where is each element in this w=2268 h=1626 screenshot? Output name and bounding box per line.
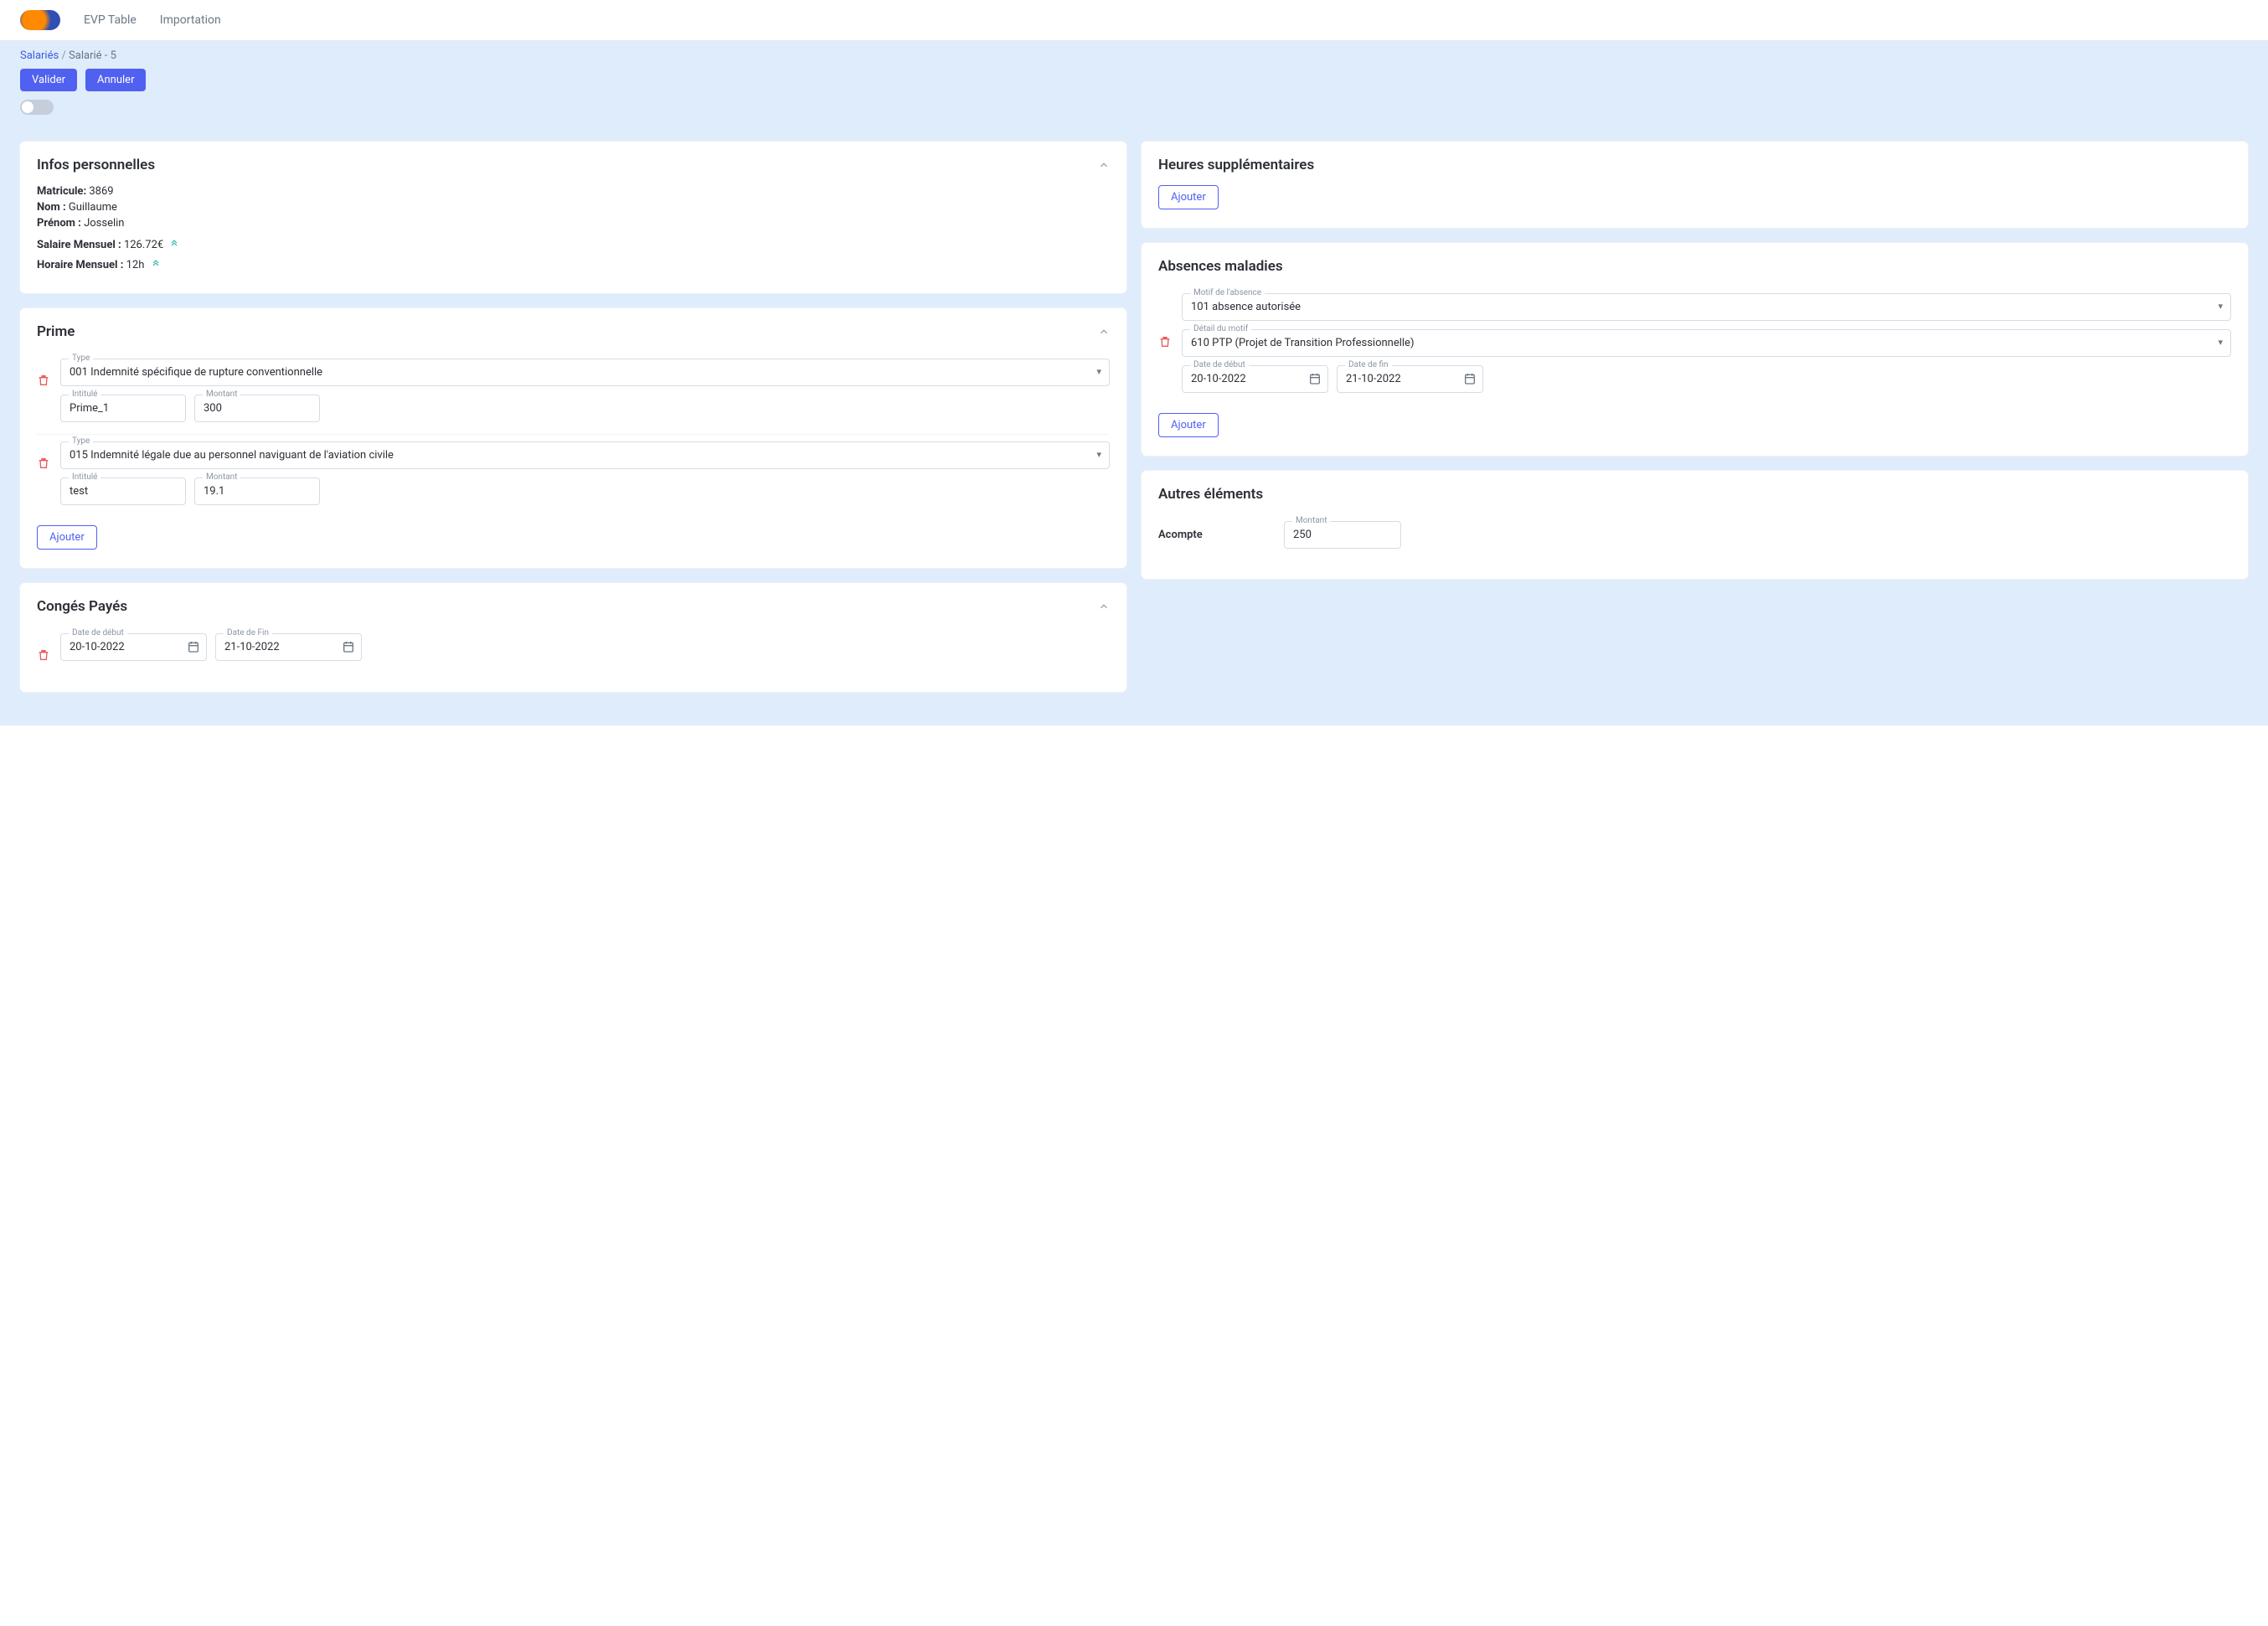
subheader: Salariés / Salarié - 5 Valider Annuler (0, 41, 2268, 126)
prime-type-label: Type (69, 436, 93, 446)
autres-montant-label: Montant (1292, 516, 1330, 525)
prime-title: Prime (37, 323, 75, 340)
nav-evp[interactable]: EVP Table (84, 13, 137, 27)
breadcrumb: Salariés / Salarié - 5 (20, 49, 2248, 62)
prenom-label: Prénom : (37, 217, 81, 230)
nom-label: Nom : (37, 201, 66, 214)
top-nav: EVP Table Importation (0, 0, 2268, 41)
absence-fin-label: Date de fin (1345, 360, 1392, 369)
calendar-icon[interactable] (342, 640, 355, 653)
annuler-button[interactable]: Annuler (85, 69, 146, 91)
prime-type-label: Type (69, 354, 93, 363)
autres-title: Autres éléments (1158, 486, 1263, 503)
absences-title: Absences maladies (1158, 258, 1283, 275)
delete-icon[interactable] (37, 359, 52, 387)
increase-icon (169, 239, 179, 250)
valider-button[interactable]: Valider (20, 69, 77, 91)
absence-debut-label: Date de début (1190, 360, 1249, 369)
prime-montant-label: Montant (203, 472, 240, 482)
card-absences: Absences maladies Motif de l'absence 101… (1142, 243, 2248, 456)
absence-motif-select[interactable]: 101 absence autorisée (1182, 293, 2231, 321)
prime-intitule-label: Intitulé (69, 472, 101, 482)
card-prime: Prime Type 001 Indemnité spécifique de r… (20, 308, 1126, 568)
increase-icon (151, 259, 161, 271)
conges-debut-label: Date de début (69, 628, 127, 637)
breadcrumb-sep: / (61, 49, 65, 62)
breadcrumb-current: Salarié - 5 (69, 49, 116, 62)
absence-detail-label: Détail du motif (1190, 324, 1251, 333)
salaire-value: 126.72€ (124, 239, 163, 251)
prime-type-select[interactable]: 001 Indemnité spécifique de rupture conv… (60, 359, 1110, 386)
card-heures-sup: Heures supplémentaires Ajouter (1142, 142, 2248, 228)
infos-title: Infos personnelles (37, 157, 155, 173)
delete-icon[interactable] (37, 441, 52, 470)
chevron-up-icon[interactable] (1098, 326, 1110, 338)
conges-title: Congés Payés (37, 598, 127, 615)
toggle-switch[interactable] (20, 100, 54, 115)
breadcrumb-root[interactable]: Salariés (20, 49, 59, 62)
calendar-icon[interactable] (1463, 372, 1477, 385)
prime-intitule-label: Intitulé (69, 390, 101, 399)
prime-type-select[interactable]: 015 Indemnité légale due au personnel na… (60, 441, 1110, 469)
acompte-label: Acompte (1158, 529, 1276, 541)
ajouter-heures-button[interactable]: Ajouter (1158, 185, 1219, 209)
ajouter-prime-button[interactable]: Ajouter (37, 525, 97, 550)
delete-icon[interactable] (1158, 293, 1173, 348)
absence-detail-select[interactable]: 610 PTP (Projet de Transition Profession… (1182, 329, 2231, 357)
matricule-label: Matricule: (37, 185, 86, 198)
calendar-icon[interactable] (1308, 372, 1322, 385)
salaire-label: Salaire Mensuel : (37, 239, 121, 251)
nom-value: Guillaume (69, 201, 117, 214)
prime-montant-label: Montant (203, 390, 240, 399)
absence-motif-label: Motif de l'absence (1190, 288, 1265, 297)
conges-fin-label: Date de Fin (224, 628, 272, 637)
delete-icon[interactable] (37, 633, 52, 662)
heures-title: Heures supplémentaires (1158, 157, 1314, 173)
card-conges: Congés Payés Date de début D (20, 583, 1126, 692)
matricule-value: 3869 (89, 185, 113, 198)
calendar-icon[interactable] (187, 640, 200, 653)
card-infos-personnelles: Infos personnelles Matricule: 3869 Nom :… (20, 142, 1126, 293)
ajouter-absence-button[interactable]: Ajouter (1158, 413, 1219, 437)
nav-importation[interactable]: Importation (160, 13, 221, 27)
card-autres: Autres éléments Acompte Montant (1142, 471, 2248, 579)
horaire-label: Horaire Mensuel : (37, 259, 123, 271)
brand-logo (20, 10, 60, 30)
chevron-up-icon[interactable] (1098, 601, 1110, 612)
prenom-value: Josselin (84, 217, 124, 230)
chevron-up-icon[interactable] (1098, 159, 1110, 171)
horaire-value: 12h (126, 259, 145, 271)
